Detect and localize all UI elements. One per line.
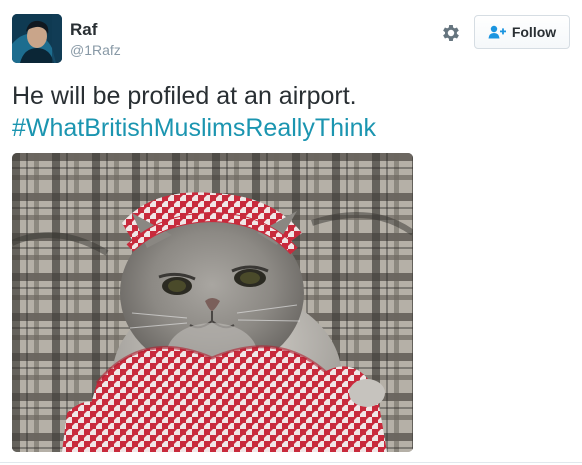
gear-icon[interactable] (440, 22, 462, 44)
tweet-text: He will be profiled at an airport. #What… (12, 80, 572, 144)
divider (0, 462, 582, 463)
tweet-body: He will be profiled at an airport. (12, 82, 357, 110)
tweet-photo[interactable] (12, 153, 413, 452)
follow-button[interactable]: Follow (474, 15, 570, 49)
avatar[interactable] (12, 14, 62, 63)
add-user-icon (488, 25, 506, 39)
hashtag-link[interactable]: #WhatBritishMuslimsReallyThink (12, 112, 572, 144)
user-handle[interactable]: @1Rafz (70, 42, 121, 59)
follow-label: Follow (511, 24, 557, 40)
tweet-card: Raf @1Rafz Follow He will be profiled at… (0, 0, 582, 465)
display-name[interactable]: Raf (70, 20, 97, 40)
avatar-image (12, 14, 62, 63)
cat-photo (12, 153, 413, 452)
